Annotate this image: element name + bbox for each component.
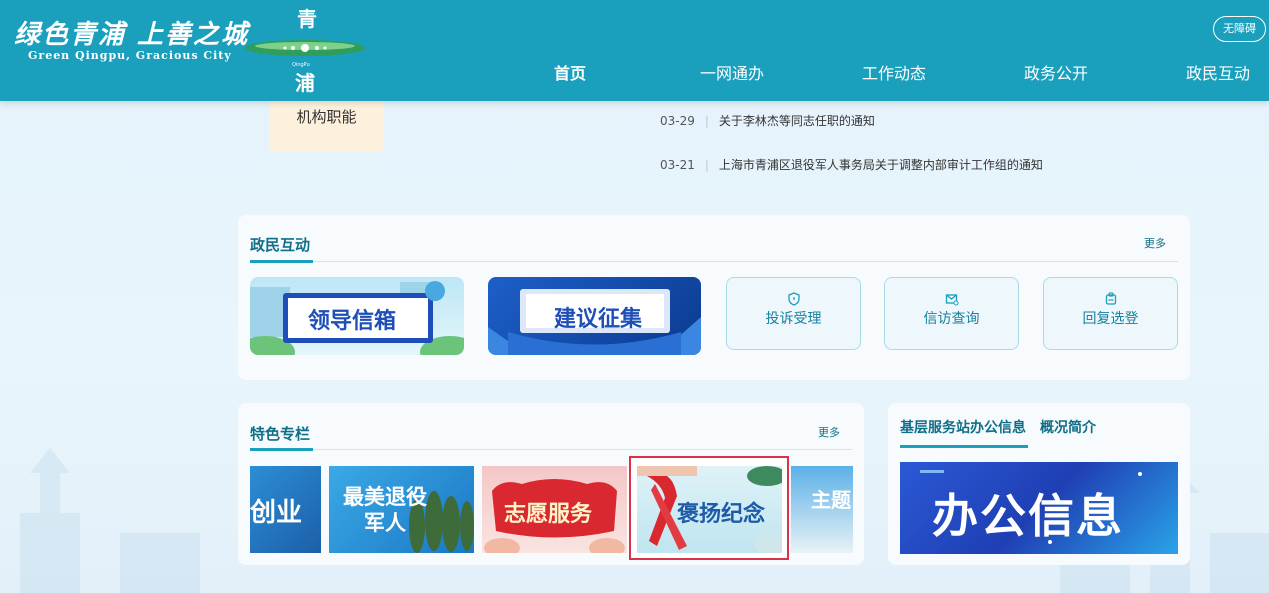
- station-tab-office-info[interactable]: 基层服务站办公信息: [900, 417, 1026, 437]
- nav-item-gov-affairs[interactable]: 政务公开: [1024, 60, 1088, 84]
- accessibility-button[interactable]: 无障碍: [1213, 16, 1266, 42]
- suggestion-label: 建议征集: [554, 307, 643, 332]
- shield-icon: [787, 292, 800, 306]
- office-info-label: 办公信息: [932, 489, 1124, 543]
- reply-selection-label: 回复选登: [1082, 311, 1139, 327]
- station-tab-overview[interactable]: 概况简介: [1040, 417, 1096, 437]
- featured-tile-label: 最美退役军人: [343, 485, 427, 535]
- featured-panel-title: 特色专栏: [250, 425, 311, 443]
- featured-tile-label: 志愿服务: [504, 502, 593, 527]
- panel-title-underline: [250, 448, 313, 451]
- panel-title-underline: [900, 445, 1028, 448]
- notice-title[interactable]: 关于李林杰等同志任职的通知: [719, 114, 875, 128]
- featured-more-link[interactable]: 更多: [818, 424, 840, 440]
- notice-title[interactable]: 上海市青浦区退役军人事务局关于调整内部审计工作组的通知: [719, 158, 1043, 172]
- office-info-banner[interactable]: 办公信息: [900, 462, 1178, 554]
- site-logo-chinese[interactable]: 绿色青浦 上善之城: [14, 14, 249, 51]
- nav-item-work-news[interactable]: 工作动态: [862, 60, 926, 84]
- site-header: 绿色青浦 上善之城 Green Qingpu, Gracious City 青 …: [0, 0, 1269, 101]
- org-function-label: 机构职能: [296, 108, 357, 126]
- interaction-panel-title: 政民互动: [250, 236, 311, 254]
- notice-separator: |: [704, 114, 709, 128]
- complaint-button[interactable]: 投诉受理: [726, 277, 861, 350]
- notice-separator: |: [704, 158, 709, 172]
- leader-mailbox-banner[interactable]: 领导信箱: [250, 277, 464, 355]
- mail-search-icon: [945, 294, 958, 306]
- featured-tile-entrepreneurship[interactable]: 创业: [250, 466, 321, 553]
- station-panel: 基层服务站办公信息 概况简介 办公信息: [888, 403, 1190, 565]
- featured-tile-label: 褒扬纪念: [677, 502, 766, 527]
- leader-mailbox-label: 领导信箱: [308, 309, 397, 334]
- interaction-more-link[interactable]: 更多: [1144, 235, 1166, 251]
- emblem-top-char: 青: [297, 7, 317, 31]
- panel-divider: [250, 261, 1178, 262]
- complaint-label: 投诉受理: [765, 311, 822, 327]
- main-nav: 首页 一网通办 工作动态 政务公开 政民互动: [0, 60, 1269, 86]
- notice-date: 03-21: [660, 158, 695, 172]
- nav-item-one-network[interactable]: 一网通办: [700, 60, 764, 84]
- nav-item-citizen-interaction[interactable]: 政民互动: [1186, 60, 1250, 84]
- featured-tile-theme[interactable]: 主题: [791, 466, 853, 553]
- panel-title-underline: [250, 260, 313, 263]
- petition-query-button[interactable]: 信访查询: [884, 277, 1019, 350]
- suggestion-banner[interactable]: 建议征集: [488, 277, 701, 355]
- featured-tile-veterans[interactable]: 最美退役军人: [329, 466, 474, 553]
- nav-item-home[interactable]: 首页: [554, 60, 586, 84]
- featured-tile-volunteer[interactable]: 志愿服务: [482, 466, 627, 553]
- notice-date: 03-29: [660, 114, 695, 128]
- reply-selection-button[interactable]: 回复选登: [1043, 277, 1178, 350]
- notice-item[interactable]: 03-21 | 上海市青浦区退役军人事务局关于调整内部审计工作组的通知: [660, 156, 1043, 173]
- featured-tile-label: 主题: [811, 488, 851, 512]
- commemoration-banner: 褒扬纪念: [637, 466, 782, 553]
- clipboard-icon: [1105, 292, 1116, 305]
- interaction-panel: 政民互动 更多 领导信箱 建议征集 投诉受理 信访查询 回复选登: [238, 215, 1190, 380]
- panel-divider: [250, 449, 852, 450]
- featured-tile-commemoration[interactable]: 褒扬纪念: [629, 456, 789, 560]
- notice-item[interactable]: 03-29 | 关于李林杰等同志任职的通知: [660, 112, 875, 129]
- petition-query-label: 信访查询: [923, 311, 980, 327]
- featured-tile-label: 创业: [250, 498, 303, 528]
